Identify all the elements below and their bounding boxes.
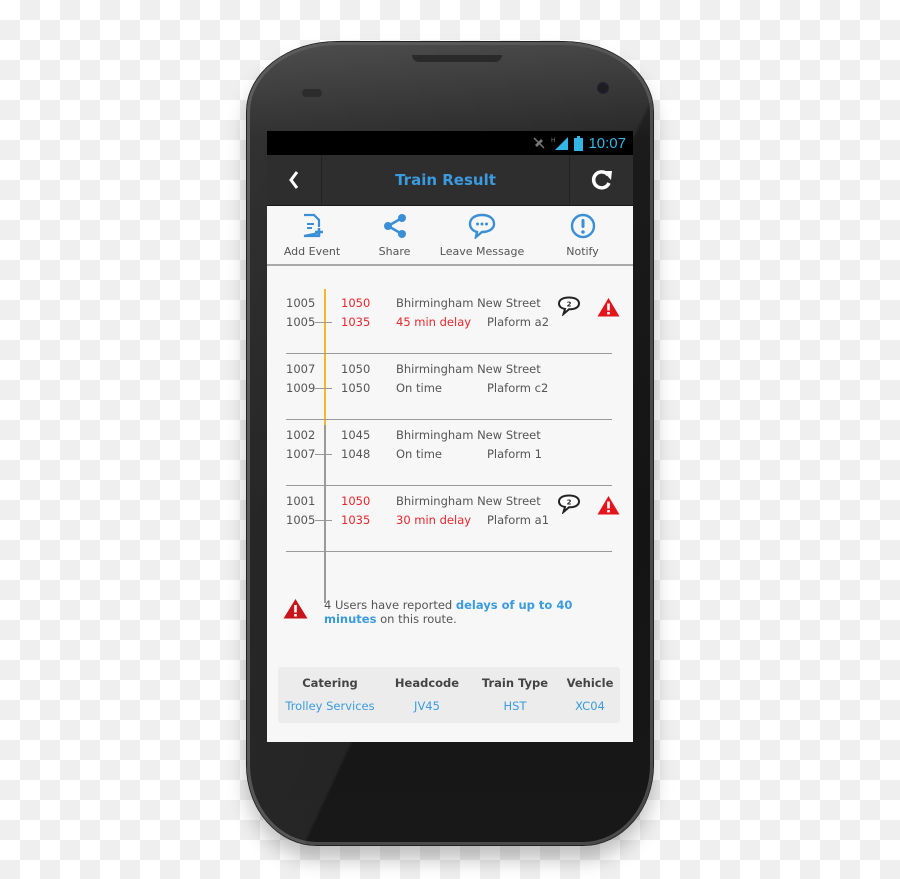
add-event-label: Add Event	[283, 245, 341, 258]
phone-screen: H 10:07 Train Result Add Event Share Lea…	[267, 131, 633, 742]
warning-icon	[283, 598, 308, 623]
message-count-icon[interactable]: 2	[557, 296, 581, 320]
actual-time: 1050	[341, 362, 371, 376]
timeline-tick	[315, 454, 332, 455]
alert-suffix: on this route.	[376, 612, 457, 626]
chat-bubble-icon	[468, 213, 496, 239]
info-value: JV45	[414, 699, 440, 713]
train-list: 1005 1050 Bhirmingham New Street 1005 10…	[267, 266, 633, 603]
delay-alert: 4 Users have reported delays of up to 40…	[283, 598, 633, 626]
notify-button[interactable]: Notify	[532, 206, 633, 264]
action-bar: Train Result	[267, 155, 633, 206]
actual-time: 1035	[341, 315, 371, 329]
info-value: HST	[503, 699, 527, 713]
station-name: Bhirmingham New Street	[396, 494, 541, 508]
platform: Plaform c2	[487, 381, 549, 395]
proximity-sensor	[302, 89, 322, 97]
train-status: 45 min delay	[396, 315, 472, 329]
exclamation-circle-icon	[570, 213, 595, 239]
platform: Plaform a1	[487, 513, 550, 527]
train-row[interactable]: 1002 1045 Bhirmingham New Street 1007 10…	[267, 420, 633, 486]
refresh-icon	[591, 170, 612, 190]
add-document-icon	[303, 213, 323, 238]
earpiece-speaker	[412, 55, 502, 62]
scheduled-time: 1007	[286, 362, 316, 376]
train-status: On time	[396, 381, 442, 395]
scheduled-time: 1001	[286, 494, 316, 508]
platform: Plaform a2	[487, 315, 550, 329]
refresh-button[interactable]	[569, 155, 633, 205]
info-value: XC04	[575, 699, 605, 713]
toolbar: Add Event Share Leave Message Notify	[267, 206, 633, 266]
message-count-icon[interactable]: 2	[557, 494, 581, 518]
battery-icon	[574, 135, 584, 151]
train-row[interactable]: 1005 1050 Bhirmingham New Street 1005 10…	[267, 288, 633, 354]
train-row[interactable]: 1007 1050 Bhirmingham New Street 1009 10…	[267, 354, 633, 420]
info-header: Catering	[302, 676, 358, 690]
share-button[interactable]: Share	[357, 206, 432, 264]
page-title: Train Result	[395, 171, 496, 189]
warning-icon	[597, 495, 620, 519]
station-name: Bhirmingham New Street	[396, 362, 541, 376]
info-value: Trolley Services	[285, 699, 375, 713]
notify-label: Notify	[566, 245, 599, 258]
station-name: Bhirmingham New Street	[396, 428, 541, 442]
info-column-vehicle: Vehicle XC04	[560, 676, 620, 713]
train-status: On time	[396, 447, 442, 461]
actual-time: 1050	[341, 494, 371, 508]
timeline-tick	[315, 388, 332, 389]
status-bar: H 10:07	[267, 131, 633, 155]
actual-time: 1048	[341, 447, 371, 461]
warning-icon	[597, 297, 620, 321]
train-info-table: Catering Trolley Services Headcode JV45 …	[278, 667, 620, 723]
platform: Plaform 1	[487, 447, 542, 461]
actual-time: 1050	[341, 381, 371, 395]
scheduled-time: 1007	[286, 447, 316, 461]
signal-h-icon: H	[551, 136, 569, 150]
svg-text:2: 2	[567, 300, 572, 308]
actual-time: 1045	[341, 428, 371, 442]
train-row[interactable]: 1001 1050 Bhirmingham New Street 1005 10…	[267, 486, 633, 552]
info-header: Vehicle	[566, 676, 614, 690]
leave-message-button[interactable]: Leave Message	[432, 206, 532, 264]
scheduled-time: 1005	[286, 315, 316, 329]
scheduled-time: 1009	[286, 381, 316, 395]
row-divider	[286, 551, 612, 552]
mute-icon	[532, 136, 546, 150]
svg-text:2: 2	[567, 498, 572, 506]
timeline-tick	[315, 520, 332, 521]
svg-text:H: H	[551, 137, 556, 144]
timeline-tick	[315, 322, 332, 323]
station-name: Bhirmingham New Street	[396, 296, 541, 310]
train-status: 30 min delay	[396, 513, 472, 527]
scheduled-time: 1005	[286, 513, 316, 527]
back-button[interactable]	[267, 155, 322, 205]
actual-time: 1035	[341, 513, 371, 527]
leave-message-label: Leave Message	[439, 245, 525, 258]
chevron-left-icon	[289, 171, 299, 189]
alert-text: 4 Users have reported delays of up to 40…	[324, 598, 594, 626]
info-column-catering: Catering Trolley Services	[278, 676, 382, 713]
share-icon	[383, 214, 406, 238]
add-event-button[interactable]: Add Event	[267, 206, 357, 264]
info-column-train-type: Train Type HST	[472, 676, 558, 713]
front-camera	[597, 82, 609, 94]
info-column-headcode: Headcode JV45	[386, 676, 468, 713]
actual-time: 1050	[341, 296, 371, 310]
scheduled-time: 1005	[286, 296, 316, 310]
scheduled-time: 1002	[286, 428, 316, 442]
alert-prefix: 4 Users have reported	[324, 598, 456, 612]
share-label: Share	[378, 245, 411, 258]
status-time: 10:07	[588, 134, 626, 152]
info-header: Headcode	[394, 676, 460, 690]
info-header: Train Type	[481, 676, 549, 690]
